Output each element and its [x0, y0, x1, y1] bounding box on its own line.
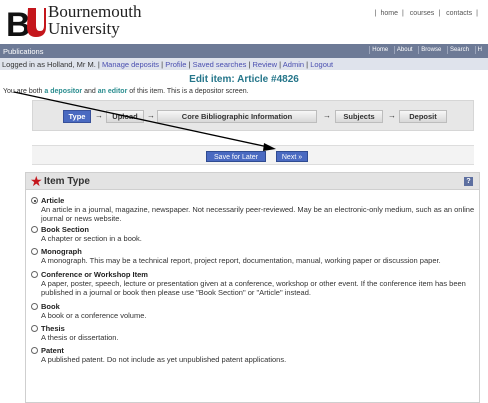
- option-description: A monograph. This may be a technical rep…: [41, 256, 441, 265]
- option-label[interactable]: Conference or Workshop Item: [41, 270, 148, 279]
- option-label[interactable]: Thesis: [41, 324, 65, 333]
- nav-search[interactable]: Search: [446, 46, 471, 54]
- radio-patent[interactable]: [31, 347, 38, 354]
- arrow-icon: →: [388, 111, 396, 120]
- role-depositor: a depositor: [44, 88, 83, 95]
- stage-type[interactable]: Type: [63, 110, 91, 123]
- stage-deposit[interactable]: Deposit: [399, 110, 447, 123]
- nav-browse[interactable]: Browse: [418, 46, 444, 54]
- required-star-icon: ★: [30, 173, 43, 189]
- nav-help[interactable]: H: [474, 46, 484, 54]
- courses-link[interactable]: courses: [408, 10, 437, 17]
- contacts-link[interactable]: contacts: [444, 10, 474, 17]
- role-editor: an editor: [97, 88, 128, 95]
- role-prefix: You are both: [3, 88, 43, 95]
- save-for-later-button[interactable]: Save for Later: [206, 151, 266, 162]
- profile-link[interactable]: Profile: [165, 60, 186, 69]
- nav-links: Home About Browse Search H: [367, 46, 484, 54]
- login-bar: Logged in as Holland, Mr M. | Manage dep…: [0, 58, 488, 70]
- next-button[interactable]: Next »: [276, 151, 308, 162]
- arrow-icon: →: [323, 111, 331, 120]
- manage-deposits-link[interactable]: Manage deposits: [102, 60, 159, 69]
- option-description: A published patent. Do not include as ye…: [41, 355, 287, 364]
- svg-text:B: B: [6, 6, 31, 40]
- review-link[interactable]: Review: [253, 60, 278, 69]
- radio-thesis[interactable]: [31, 325, 38, 332]
- radio-book-section[interactable]: [31, 226, 38, 233]
- radio-conference-item[interactable]: [31, 271, 38, 278]
- home-link[interactable]: home: [379, 10, 401, 17]
- role-mid: and: [84, 88, 96, 95]
- arrow-icon: →: [147, 111, 155, 120]
- item-type-panel: ★ Item Type ? Article An article in a jo…: [25, 172, 480, 403]
- nav-about[interactable]: About: [393, 46, 415, 54]
- help-icon[interactable]: ?: [464, 177, 473, 186]
- radio-book[interactable]: [31, 303, 38, 310]
- top-links: | home | courses | contacts |: [374, 10, 478, 17]
- option-label[interactable]: Book Section: [41, 225, 89, 234]
- panel-header: ★ Item Type ?: [26, 173, 479, 190]
- stage-upload[interactable]: Upload: [106, 110, 144, 123]
- logo-line1: Bournemouth: [48, 2, 142, 21]
- navigation-bar: Publications Home About Browse Search H: [0, 44, 488, 58]
- option-label[interactable]: Patent: [41, 346, 64, 355]
- saved-searches-link[interactable]: Saved searches: [193, 60, 247, 69]
- role-suffix: of this item. This is a depositor screen…: [129, 88, 249, 95]
- page-title: Edit item: Article #4826: [189, 74, 299, 85]
- option-label[interactable]: Book: [41, 302, 60, 311]
- main-content: Edit item: Article #4826 You are both a …: [0, 70, 488, 403]
- logout-link[interactable]: Logout: [310, 60, 333, 69]
- option-label[interactable]: Article: [41, 196, 64, 205]
- option-description: An article in a journal, magazine, newsp…: [41, 205, 475, 223]
- option-description: A book or a conference volume.: [41, 311, 147, 320]
- stage-core-bibliographic[interactable]: Core Bibliographic Information: [157, 110, 317, 123]
- logo-line2: University: [48, 19, 120, 38]
- nav-home[interactable]: Home: [369, 46, 391, 54]
- action-bar: Save for Later Next »: [32, 145, 474, 165]
- university-name: Bournemouth University: [48, 3, 142, 37]
- bu-logo-icon[interactable]: B: [6, 4, 46, 40]
- admin-link[interactable]: Admin: [283, 60, 304, 69]
- section-title: Publications: [3, 47, 44, 56]
- radio-article[interactable]: [31, 197, 38, 204]
- workflow-stages: Type → Upload → Core Bibliographic Infor…: [32, 100, 474, 131]
- option-description: A chapter or section in a book.: [41, 234, 142, 243]
- option-description: A thesis or dissertation.: [41, 333, 119, 342]
- option-description: A paper, poster, speech, lecture or pres…: [41, 279, 466, 297]
- option-label[interactable]: Monograph: [41, 247, 82, 256]
- radio-monograph[interactable]: [31, 248, 38, 255]
- arrow-icon: →: [95, 111, 103, 120]
- logged-in-text: Logged in as Holland, Mr M.: [2, 60, 96, 69]
- panel-title: Item Type: [44, 176, 90, 187]
- site-header: B Bournemouth University | home | courses |…: [0, 0, 488, 44]
- role-notice: You are both a depositor and an editor o…: [3, 88, 249, 95]
- stage-subjects[interactable]: Subjects: [335, 110, 383, 123]
